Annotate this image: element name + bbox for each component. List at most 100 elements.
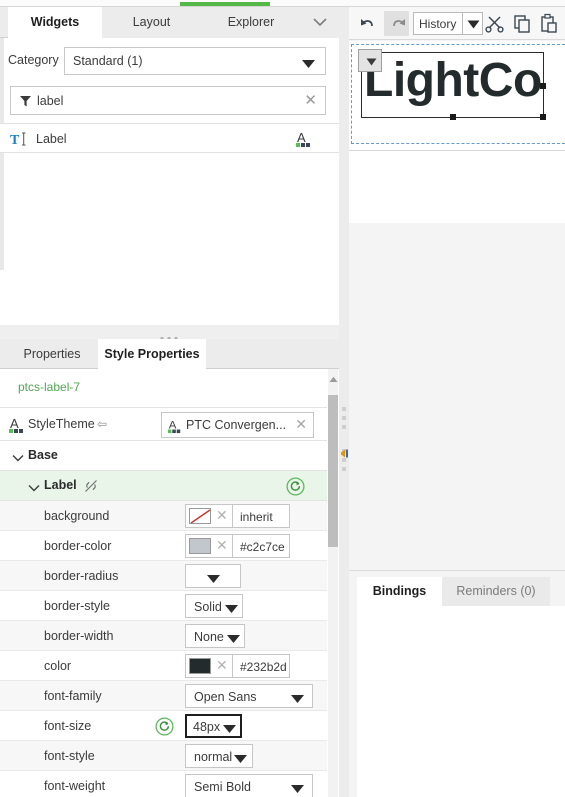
- style-theme-value-field[interactable]: A PTC Convergen... ✕: [161, 412, 314, 438]
- filter-input-value: label: [37, 94, 64, 108]
- tab-explorer[interactable]: Explorer: [201, 7, 301, 38]
- close-icon[interactable]: ✕: [216, 657, 228, 674]
- color-swatch-button[interactable]: ✕: [185, 534, 237, 558]
- property-value: 48px: [193, 720, 221, 734]
- tab-layout[interactable]: Layout: [102, 7, 201, 38]
- funnel-icon: [20, 96, 31, 110]
- close-icon[interactable]: ✕: [216, 507, 228, 524]
- property-dropdown[interactable]: Open Sans: [185, 684, 313, 708]
- style-theme-label: StyleTheme: [28, 417, 95, 431]
- caret-down-icon: [467, 20, 480, 29]
- resize-handle-east[interactable]: [540, 83, 546, 89]
- widget-context-menu-button[interactable]: [358, 49, 382, 72]
- tab-bindings[interactable]: Bindings: [357, 577, 442, 606]
- tab-reminders[interactable]: Reminders (0): [442, 577, 550, 606]
- color-value: inherit: [240, 510, 273, 524]
- group-base[interactable]: Base: [0, 441, 327, 471]
- paste-button[interactable]: [537, 11, 562, 36]
- color-value-field[interactable]: inherit: [232, 504, 290, 528]
- vertical-splitter[interactable]: [339, 7, 349, 797]
- copy-button[interactable]: [510, 11, 535, 36]
- canvas-container-outline: LightCo: [351, 44, 565, 144]
- redo-button[interactable]: [384, 11, 409, 36]
- resize-handle-south[interactable]: [450, 114, 456, 120]
- caret-down-icon: [301, 58, 316, 72]
- chevron-down-icon: [12, 451, 24, 465]
- style-theme-value: PTC Convergen...: [186, 418, 287, 432]
- property-name: border-color: [44, 539, 112, 553]
- left-panel: Widgets Layout Explorer Category Standar…: [0, 7, 339, 797]
- widgets-tab-bar: Widgets Layout Explorer: [0, 7, 339, 38]
- property-value: normal: [194, 750, 233, 764]
- widget-list: T Label A: [0, 123, 339, 440]
- color-swatch-button[interactable]: ✕: [185, 504, 237, 528]
- property-dropdown[interactable]: normal: [185, 744, 253, 768]
- property-row-color: color ✕ #232b2d: [0, 651, 327, 681]
- cut-button[interactable]: [483, 11, 508, 36]
- bindings-content: [357, 606, 565, 797]
- color-value-field[interactable]: #c2c7ce: [232, 534, 290, 558]
- selected-element-name: ptcs-label-7: [18, 380, 81, 394]
- property-value: None: [194, 630, 224, 644]
- reset-icon[interactable]: [286, 477, 305, 499]
- property-row-font-style: font-style normal: [0, 741, 327, 771]
- property-value: Open Sans: [194, 690, 257, 704]
- caret-down-icon: [290, 693, 305, 707]
- tab-style-properties[interactable]: Style Properties: [98, 339, 206, 369]
- property-dropdown[interactable]: [185, 564, 241, 588]
- mashup-canvas[interactable]: LightCo: [349, 41, 565, 151]
- category-value: Standard (1): [73, 54, 143, 68]
- collapse-panel-icon[interactable]: [340, 447, 349, 461]
- color-swatch-button[interactable]: ✕: [185, 654, 237, 678]
- svg-text:A: A: [297, 130, 306, 145]
- property-row-background: background ✕ inherit: [0, 501, 327, 531]
- style-theme-row: A StyleTheme ⇦ A PTC Convergen... ✕: [0, 407, 327, 441]
- break-link-icon[interactable]: [84, 479, 98, 496]
- color-value-field[interactable]: #232b2d: [232, 654, 290, 678]
- tab-widgets[interactable]: Widgets: [8, 7, 102, 38]
- list-item-label: Label: [36, 132, 67, 146]
- color-swatch-none: [189, 508, 211, 524]
- caret-up-icon[interactable]: [329, 372, 338, 386]
- close-icon[interactable]: ✕: [216, 537, 228, 554]
- paste-icon: [541, 13, 557, 33]
- reset-icon[interactable]: [155, 717, 174, 739]
- style-panel-scrollbar[interactable]: [327, 369, 339, 797]
- history-dropdown-arrow[interactable]: [462, 13, 483, 34]
- category-select[interactable]: Standard (1): [64, 47, 326, 75]
- selected-widget[interactable]: LightCo: [361, 52, 546, 120]
- arrow-left-icon[interactable]: ⇦: [97, 417, 107, 431]
- undo-button[interactable]: [357, 11, 382, 36]
- property-name: border-width: [44, 629, 114, 643]
- property-dropdown[interactable]: 48px: [185, 714, 242, 738]
- caret-down-icon: [290, 783, 305, 797]
- property-dropdown[interactable]: Solid: [185, 594, 243, 618]
- category-row: Category Standard (1): [0, 44, 339, 78]
- resize-handle-southeast[interactable]: [540, 114, 546, 120]
- tab-properties[interactable]: Properties: [6, 339, 98, 369]
- svg-text:T: T: [10, 133, 20, 147]
- top-progress-strip: [0, 0, 565, 7]
- property-row-font-size: font-size 48px: [0, 711, 327, 741]
- horizontal-splitter[interactable]: [0, 325, 339, 341]
- panel-divider: [349, 570, 565, 571]
- property-dropdown[interactable]: Semi Bold: [185, 774, 313, 797]
- list-item[interactable]: T Label A: [0, 123, 339, 153]
- property-name: font-weight: [44, 779, 106, 793]
- property-dropdown[interactable]: None: [185, 624, 245, 648]
- text-widget-icon: T: [10, 131, 28, 150]
- scrollbar-thumb[interactable]: [328, 395, 338, 547]
- group-label[interactable]: Label: [0, 471, 327, 501]
- property-name: border-radius: [44, 569, 119, 583]
- chevron-down-icon: [28, 481, 40, 495]
- chevron-down-icon[interactable]: [301, 7, 339, 38]
- history-dropdown[interactable]: History: [413, 12, 483, 35]
- close-icon[interactable]: ✕: [295, 416, 307, 433]
- close-icon[interactable]: ✕: [304, 93, 317, 108]
- property-name: font-style: [44, 749, 95, 763]
- color-swatch: [189, 538, 211, 554]
- grip-dots-icon: [342, 407, 347, 482]
- property-name: color: [44, 659, 72, 673]
- widget-filter-box[interactable]: label ✕: [10, 86, 326, 115]
- bindings-tab-bar: Bindings Reminders (0): [357, 577, 565, 606]
